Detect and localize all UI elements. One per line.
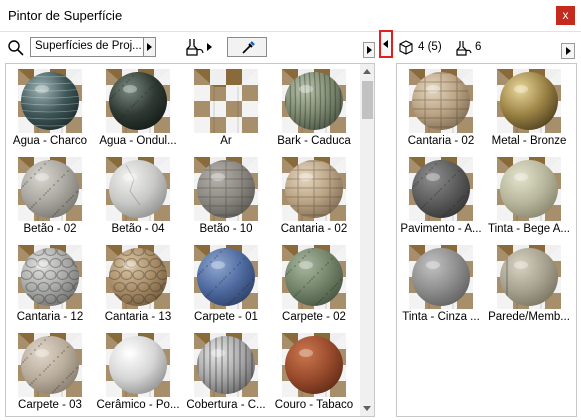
material-tile[interactable]: Pavimento - A...	[397, 155, 485, 241]
library-scroll-right-button[interactable]	[363, 42, 375, 58]
material-preview-carpet-beige	[18, 333, 82, 397]
material-label: Betão - 10	[199, 223, 253, 235]
material-preview-asphalt	[409, 157, 473, 221]
material-label: Cantaria - 13	[104, 311, 172, 323]
material-tile[interactable]: Couro - Tabaco	[270, 331, 358, 416]
material-tile[interactable]: Água - Charco	[6, 67, 94, 153]
paint-bucket-icon[interactable]	[184, 37, 206, 57]
material-preview-leather	[282, 333, 346, 397]
scrollbar-thumb[interactable]	[362, 81, 373, 119]
surfaces-count: 6	[475, 41, 482, 53]
material-preview-pebbles	[106, 245, 170, 309]
material-label: Cantaria - 02	[280, 223, 348, 235]
library-scrollbar[interactable]	[360, 64, 374, 416]
library-combo-value: Superfícies de Proj...	[35, 40, 142, 52]
close-icon: x	[562, 8, 569, 22]
material-label: Couro - Tabaco	[274, 399, 354, 411]
scroll-up-icon[interactable]	[363, 69, 371, 74]
material-label: Tinta - Bege A...	[487, 223, 571, 235]
cube-icon	[399, 40, 413, 55]
material-tile[interactable]: Carpete - 02	[270, 243, 358, 329]
material-preview-ceramic-white	[106, 333, 170, 397]
material-preview-stone-tan	[282, 157, 346, 221]
eyedropper-icon	[242, 41, 255, 54]
material-label: Tinta - Cinza ...	[402, 311, 480, 323]
material-preview-paint-beige	[497, 157, 561, 221]
material-label: Água - Charco	[12, 135, 88, 147]
material-preview-block-grey	[194, 157, 258, 221]
material-preview-stone-grey	[18, 245, 82, 309]
window-title: Pintor de Superfície	[8, 8, 123, 23]
material-tile[interactable]: Betão - 10	[182, 155, 270, 241]
material-preview-water-dark	[18, 69, 82, 133]
material-preview-air	[194, 69, 258, 133]
in-use-scroll-right-button[interactable]	[561, 43, 575, 59]
material-preview-carpet-green	[282, 245, 346, 309]
collapse-panel-button[interactable]	[379, 30, 393, 58]
material-tile[interactable]: Cantaria - 02	[270, 155, 358, 241]
close-button[interactable]: x	[556, 6, 575, 25]
material-tile[interactable]: Bark - Caduca	[270, 67, 358, 153]
material-preview-bronze	[497, 69, 561, 133]
material-label: Parede/Memb...	[488, 311, 570, 323]
material-preview-membrane	[497, 245, 561, 309]
material-tile[interactable]: Tinta - Cinza ...	[397, 243, 485, 329]
search-icon[interactable]	[7, 39, 25, 57]
material-tile[interactable]: Tinta - Bege A...	[485, 155, 573, 241]
material-tile[interactable]: Betão - 04	[94, 155, 182, 241]
material-label: Ar	[220, 135, 232, 147]
material-preview-bark	[282, 69, 346, 133]
material-tile[interactable]: Cerâmico - Po...	[94, 331, 182, 416]
material-label: Cobertura - C...	[186, 399, 266, 411]
scroll-down-icon[interactable]	[363, 406, 371, 411]
surface-library-panel: Água - Charco Água - Ondul... Ar Bark - Cad…	[5, 63, 375, 417]
material-preview-water-green	[106, 69, 170, 133]
bucket-dropdown-arrow[interactable]	[207, 43, 212, 51]
material-preview-metal-ribbed	[194, 333, 258, 397]
material-preview-stone-tan	[409, 69, 473, 133]
toolbar: Superfícies de Proj...	[0, 33, 581, 61]
material-tile[interactable]: Ar	[182, 67, 270, 153]
title-bar: Pintor de Superfície x	[0, 0, 581, 32]
material-tile[interactable]: Água - Ondul...	[94, 67, 182, 153]
material-tile[interactable]: Betão - 02	[6, 155, 94, 241]
eyedropper-button[interactable]	[227, 37, 267, 57]
material-tile[interactable]: Parede/Memb...	[485, 243, 573, 329]
material-label: Carpete - 01	[194, 311, 258, 323]
material-label: Betão - 04	[111, 223, 165, 235]
material-preview-concrete-light	[18, 157, 82, 221]
material-label: Carpete - 03	[18, 399, 82, 411]
material-tile[interactable]: Cantaria - 12	[6, 243, 94, 329]
library-combo-arrow[interactable]	[144, 37, 156, 57]
elements-count: 4 (5)	[418, 41, 442, 53]
material-tile[interactable]: Metal - Bronze	[485, 67, 573, 153]
material-label: Betão - 02	[23, 223, 77, 235]
paint-bucket-icon	[456, 41, 472, 56]
material-label: Metal - Bronze	[491, 135, 567, 147]
material-tile[interactable]: Cobertura - C...	[182, 331, 270, 416]
material-label: Carpete - 02	[282, 311, 346, 323]
material-label: Pavimento - A...	[400, 223, 482, 235]
material-tile[interactable]: Cantaria - 02	[397, 67, 485, 153]
library-combo[interactable]: Superfícies de Proj...	[30, 37, 144, 57]
material-label: Cerâmico - Po...	[96, 399, 180, 411]
material-tile[interactable]: Carpete - 03	[6, 331, 94, 416]
material-preview-paint-grey	[409, 245, 473, 309]
surfaces-in-use-panel: Cantaria - 02 Metal - Bronze Pavimento - A…	[396, 63, 577, 417]
material-label: Água - Ondul...	[99, 135, 177, 147]
material-preview-concrete-white	[106, 157, 170, 221]
material-label: Bark - Caduca	[277, 135, 351, 147]
material-label: Cantaria - 02	[407, 135, 475, 147]
material-label: Cantaria - 12	[16, 311, 84, 323]
material-tile[interactable]: Cantaria - 13	[94, 243, 182, 329]
material-preview-carpet-blue	[194, 245, 258, 309]
material-tile[interactable]: Carpete - 01	[182, 243, 270, 329]
